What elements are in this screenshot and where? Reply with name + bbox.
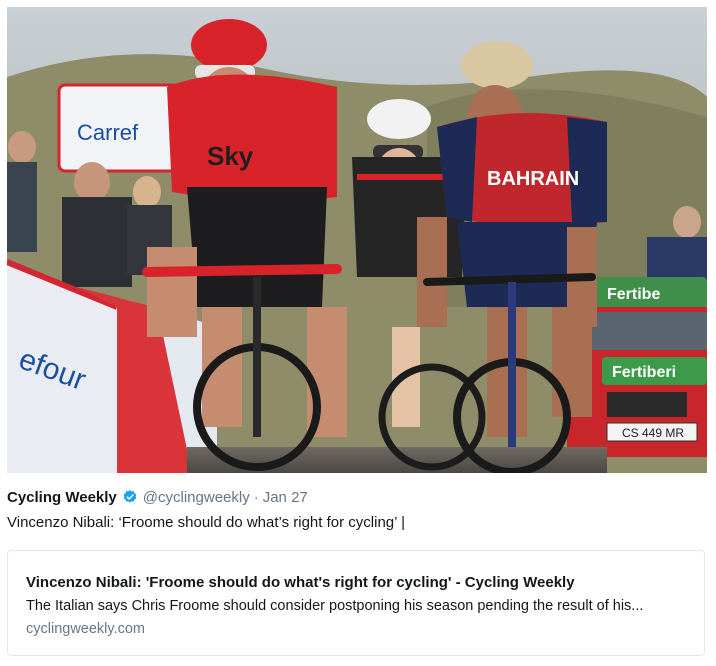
author-handle[interactable]: @cyclingweekly xyxy=(143,489,250,506)
tweet-date[interactable]: Jan 27 xyxy=(263,489,308,506)
card-title[interactable]: Vincenzo Nibali: 'Froome should do what'… xyxy=(26,574,575,591)
card-description: The Italian says Chris Froome should con… xyxy=(26,598,644,614)
link-preview-card[interactable]: Vincenzo Nibali: 'Froome should do what'… xyxy=(7,550,705,656)
banner-text: Carref xyxy=(77,120,139,145)
svg-text:CS 449 MR: CS 449 MR xyxy=(622,426,684,440)
tweet-text: Vincenzo Nibali: ‘Froome should do what’… xyxy=(7,514,405,531)
carrefour-banner: Carref xyxy=(57,83,181,173)
author-name[interactable]: Cycling Weekly xyxy=(7,489,117,506)
tweet-header: Cycling Weekly @cyclingweekly · Jan 27 xyxy=(7,486,308,508)
tweet-photo[interactable]: Carref efour Fertibe Fertiberi CS 449 MR… xyxy=(7,7,707,473)
card-domain[interactable]: cyclingweekly.com xyxy=(26,621,145,637)
svg-text:Sky: Sky xyxy=(207,141,254,171)
separator-dot: · xyxy=(253,488,259,506)
svg-text:Fertiberi: Fertiberi xyxy=(612,364,676,381)
verified-badge-icon xyxy=(122,489,138,505)
svg-text:BAHRAIN: BAHRAIN xyxy=(487,168,579,190)
svg-text:Fertibe: Fertibe xyxy=(607,286,660,303)
